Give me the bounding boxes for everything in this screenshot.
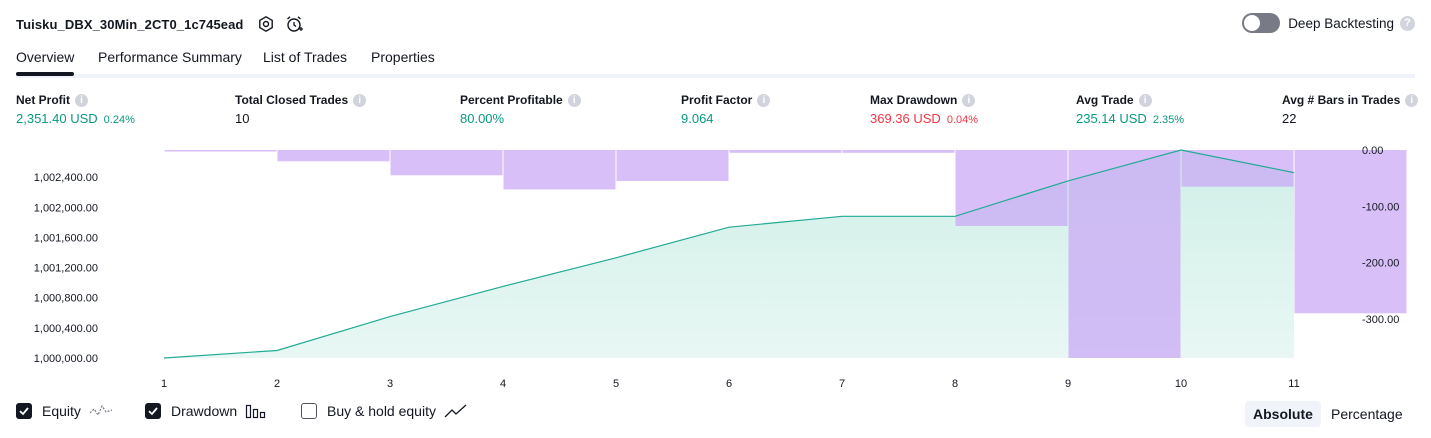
equity-drawdown-chart: 1,000,000.00 1,000,400.00 1,000,800.00 1,00… (34, 145, 1407, 390)
equity-wave-icon (89, 403, 113, 419)
info-icon[interactable]: i (1138, 93, 1152, 107)
strategy-header: Tuisku_DBX_30Min_2CT0_1c745ead (16, 12, 305, 36)
metric-percent: 0.04% (946, 114, 979, 126)
metric-max-drawdown: Max Drawdown i 369.36 USD 0.04% (870, 93, 978, 126)
x-tick-label: 9 (1065, 378, 1071, 390)
drawdown-bar (955, 150, 1068, 226)
legend-label: Equity (42, 403, 81, 419)
info-icon[interactable]: i (1405, 93, 1419, 107)
drawdown-bar (616, 150, 729, 181)
toggle-knob (1244, 15, 1261, 31)
metric-percent-profitable: Percent Profitable i 80.00% (460, 93, 581, 126)
y-right-tick-label: -200.00 (1362, 258, 1399, 270)
metric-value: 235.14 USD (1076, 111, 1147, 126)
x-tick-label: 5 (613, 378, 619, 390)
x-tick-label: 1 (161, 378, 167, 390)
tab-overview[interactable]: Overview (16, 49, 75, 76)
metric-value: 2,351.40 USD (16, 111, 98, 126)
drawdown-bar (729, 150, 842, 153)
drawdown-bar (1181, 150, 1294, 187)
metric-label: Max Drawdown (870, 93, 958, 107)
metric-avg-bars-in-trades: Avg # Bars in Trades i 22 (1282, 93, 1419, 126)
equity-checkbox[interactable] (16, 403, 32, 419)
drawdown-bar (390, 150, 503, 176)
metric-avg-trade: Avg Trade i 235.14 USD 2.35% (1076, 93, 1184, 126)
y-left-tick-label: 1,002,400.00 (34, 172, 98, 184)
percentage-button[interactable]: Percentage (1323, 401, 1411, 427)
metric-total-closed-trades: Total Closed Trades i 10 (235, 93, 367, 126)
y-right-tick-label: -100.00 (1362, 201, 1399, 213)
y-right-tick-label: -300.00 (1362, 314, 1399, 326)
metric-label: Avg Trade (1076, 93, 1134, 107)
metric-value: 10 (235, 111, 250, 126)
y-right-tick-label: 0.00 (1362, 145, 1383, 157)
legend-label: Drawdown (171, 403, 238, 419)
drawdown-bars-icon (245, 403, 267, 419)
x-tick-label: 4 (500, 378, 506, 390)
tab-bar: Overview Performance Summary List of Tra… (16, 46, 1415, 78)
x-tick-label: 6 (726, 378, 732, 390)
metric-net-profit: Net Profit i 2,351.40 USD 0.24% (16, 93, 135, 126)
metric-percent: 2.35% (1152, 114, 1185, 126)
metric-profit-factor: Profit Factor i 9.064 (681, 93, 771, 126)
info-icon[interactable]: i (75, 93, 88, 107)
drawdown-bar (842, 150, 955, 153)
alarm-add-icon[interactable] (283, 13, 305, 35)
info-icon[interactable]: i (962, 93, 976, 107)
legend-drawdown[interactable]: Drawdown (145, 403, 267, 419)
metric-value: 9.064 (681, 111, 714, 126)
y-left-tick-label: 1,000,800.00 (34, 293, 98, 305)
x-tick-label: 7 (839, 378, 845, 390)
y-left-tick-label: 1,000,400.00 (34, 323, 98, 335)
drawdown-bar (164, 150, 277, 152)
tab-list-of-trades[interactable]: List of Trades (263, 49, 347, 65)
tab-properties[interactable]: Properties (371, 49, 435, 65)
absolute-button[interactable]: Absolute (1245, 401, 1321, 427)
x-tick-label: 2 (274, 378, 280, 390)
metric-value: 80.00% (460, 111, 505, 126)
metric-value: 369.36 USD (870, 111, 941, 126)
deep-backtesting: Deep Backtesting ? (1242, 13, 1415, 33)
tab-performance-summary[interactable]: Performance Summary (98, 49, 242, 65)
drawdown-bar (503, 150, 616, 190)
help-icon[interactable]: ? (1400, 15, 1415, 31)
deep-backtesting-label: Deep Backtesting (1288, 15, 1394, 31)
info-icon[interactable]: i (567, 93, 581, 107)
x-tick-label: 8 (952, 378, 958, 390)
drawdown-bar (1068, 150, 1181, 358)
deep-backtesting-toggle[interactable] (1242, 13, 1281, 33)
y-left-tick-label: 1,000,000.00 (34, 353, 98, 365)
metric-label: Net Profit (16, 93, 70, 107)
buy-hold-checkbox[interactable] (301, 403, 317, 419)
x-tick-label: 10 (1175, 378, 1187, 390)
settings-hexagon-icon[interactable] (255, 13, 277, 35)
x-tick-label: 11 (1288, 378, 1299, 390)
metric-label: Total Closed Trades (235, 93, 349, 107)
legend-label: Buy & hold equity (327, 403, 436, 419)
metric-label: Avg # Bars in Trades (1282, 93, 1401, 107)
strategy-name: Tuisku_DBX_30Min_2CT0_1c745ead (16, 16, 244, 32)
info-icon[interactable]: i (757, 93, 771, 107)
x-tick-label: 3 (387, 378, 393, 390)
drawdown-bar (1294, 150, 1407, 314)
y-left-tick-label: 1,001,600.00 (34, 232, 98, 244)
buy-hold-line-icon (444, 403, 468, 419)
drawdown-bar (277, 150, 390, 162)
metric-percent: 0.24% (103, 114, 135, 126)
y-left-tick-label: 1,002,000.00 (34, 202, 98, 214)
metric-value: 22 (1282, 111, 1297, 126)
metric-label: Percent Profitable (460, 93, 563, 107)
metric-label: Profit Factor (681, 93, 753, 107)
info-icon[interactable]: i (353, 93, 367, 107)
legend-equity[interactable]: Equity (16, 403, 113, 419)
legend-buy-hold[interactable]: Buy & hold equity (301, 403, 468, 419)
y-left-tick-label: 1,001,200.00 (34, 263, 98, 275)
drawdown-checkbox[interactable] (145, 403, 161, 419)
